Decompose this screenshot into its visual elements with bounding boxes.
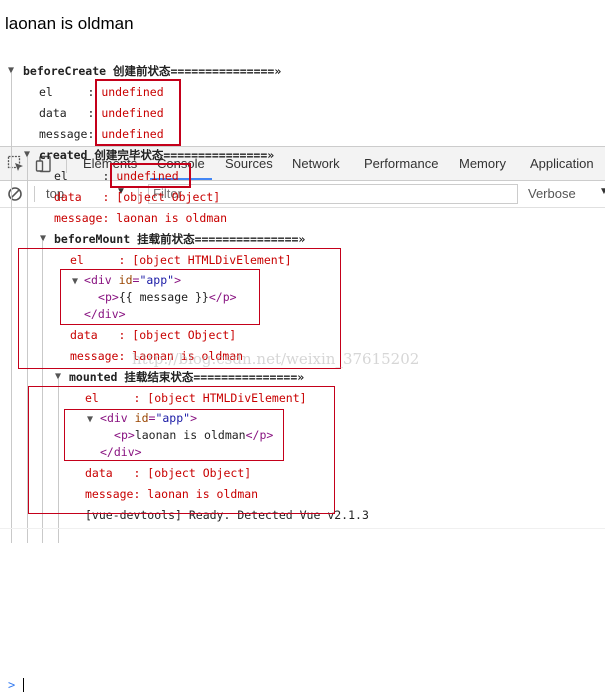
log-line: data : [object Object]: [54, 190, 221, 204]
log-key: el :: [54, 169, 117, 183]
page-text: laonan is oldman: [5, 14, 134, 33]
log-group-header[interactable]: beforeMount 挂载前状态===============»: [54, 229, 305, 250]
console-output: ▼ beforeCreate 创建前状态===============» el …: [0, 61, 605, 551]
log-group-header[interactable]: mounted 挂载结束状态===============»: [69, 367, 304, 388]
collapse-triangle-icon[interactable]: ▼: [24, 149, 30, 160]
log-line: message: laonan is oldman: [54, 211, 228, 225]
console-input-caret[interactable]: [23, 678, 24, 692]
console-prompt[interactable]: >: [8, 678, 15, 692]
group-guide-line: [11, 73, 12, 543]
watermark-text: http://blog.csdn.net/weixin_37615202: [132, 350, 420, 368]
log-key: data :: [39, 106, 102, 120]
collapse-triangle-icon[interactable]: ▼: [8, 65, 14, 76]
highlight-box: [60, 269, 260, 325]
highlight-box: [95, 79, 181, 146]
log-key: el :: [39, 85, 102, 99]
row-divider: [0, 528, 605, 529]
collapse-triangle-icon[interactable]: ▼: [40, 233, 46, 244]
highlight-box: [110, 163, 191, 188]
log-key: message:: [39, 127, 102, 141]
highlight-box: [64, 409, 284, 461]
collapse-triangle-icon[interactable]: ▼: [55, 371, 61, 382]
